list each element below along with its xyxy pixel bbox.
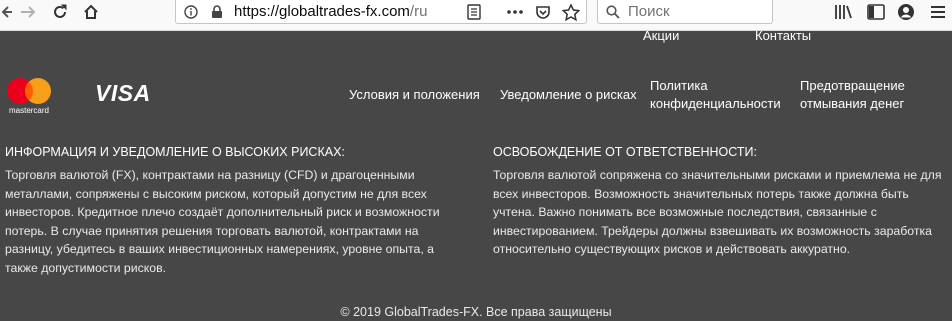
nav-contacts-link[interactable]: Контакты <box>755 28 811 43</box>
aml-line-1: Предотвращение <box>800 78 905 93</box>
url-host: https://globaltrades-fx.com <box>234 3 410 20</box>
lock-icon[interactable] <box>208 0 226 24</box>
risk-line: инвесторов. Кредитное плечо создаёт допо… <box>5 205 440 220</box>
mastercard-logo: mastercard <box>4 76 56 118</box>
disclaimer-section-body: Торговля валютой сопряжена со значительн… <box>493 166 942 259</box>
browser-toolbar: https://globaltrades-fx.com/ru Поиск <box>0 0 952 31</box>
visa-logo: VISA <box>95 80 151 106</box>
risk-line: потерь. В случае принятия решения торгов… <box>5 223 419 238</box>
home-icon[interactable] <box>81 0 101 24</box>
sidebar-icon[interactable] <box>866 0 886 24</box>
risk-line: Торговля валютой (FX), контрактами на ра… <box>5 168 415 182</box>
disclaimer-section-title: ОСВОБОЖДЕНИЕ ОТ ОТВЕТСТВЕННОСТИ: <box>493 145 757 159</box>
reload-icon[interactable] <box>50 0 70 24</box>
risk-line: разницу, убедитесь в ваших инвестиционны… <box>5 242 435 257</box>
url-text[interactable]: https://globaltrades-fx.com/ru <box>234 3 427 20</box>
back-icon[interactable] <box>0 0 14 24</box>
copyright-text: © 2019 GlobalTrades-FX. Все права защище… <box>340 305 612 319</box>
terms-link[interactable]: Условия и положения <box>349 86 480 104</box>
disclaimer-line: Торговля валютой сопряжена со значительн… <box>493 168 942 182</box>
pocket-icon[interactable] <box>533 0 553 24</box>
more-icon[interactable] <box>505 0 525 24</box>
account-icon[interactable] <box>896 0 916 24</box>
disclaimer-line: учтена. Важно понимать все возможные пос… <box>493 205 877 220</box>
risk-section-body: Торговля валютой (FX), контрактами на ра… <box>5 166 440 278</box>
risk-line: также допустимости рисков. <box>5 260 167 275</box>
search-icon <box>605 0 621 24</box>
privacy-policy-link[interactable]: Политика конфиденциальности <box>650 77 781 113</box>
risk-notice-link[interactable]: Уведомление о рисках <box>500 86 637 104</box>
search-bar[interactable]: Поиск <box>597 0 773 24</box>
reader-icon[interactable] <box>464 0 484 24</box>
aml-line-2: отмывания денег <box>800 96 905 111</box>
library-icon[interactable] <box>833 0 853 24</box>
info-icon[interactable] <box>182 0 200 24</box>
mastercard-circles-icon <box>7 78 51 104</box>
url-path: /ru <box>409 3 428 20</box>
menu-icon[interactable] <box>928 0 948 24</box>
disclaimer-line: инвестированием. Трейдеры должны взвешив… <box>493 223 932 238</box>
bookmark-star-icon[interactable] <box>560 0 582 24</box>
forward-icon[interactable] <box>18 0 38 24</box>
aml-link[interactable]: Предотвращение отмывания денег <box>800 77 905 113</box>
nav-promotions-link[interactable]: Акции <box>643 28 679 43</box>
url-bar[interactable]: https://globaltrades-fx.com/ru <box>175 0 587 24</box>
risk-section-title: ИНФОРМАЦИЯ И УВЕДОМЛЕНИЕ О ВЫСОКИХ РИСКА… <box>5 145 345 159</box>
privacy-policy-line-2: конфиденциальности <box>650 96 781 111</box>
risk-line: металлами, сопряжены с высоким риском, к… <box>5 186 427 201</box>
disclaimer-line: относительно существующих рисков и дейст… <box>493 242 851 257</box>
disclaimer-line: всех инвесторов. Возможность значительны… <box>493 186 909 201</box>
mastercard-label: mastercard <box>8 106 49 115</box>
search-input[interactable]: Поиск <box>628 3 670 20</box>
privacy-policy-line-1: Политика <box>650 78 708 93</box>
